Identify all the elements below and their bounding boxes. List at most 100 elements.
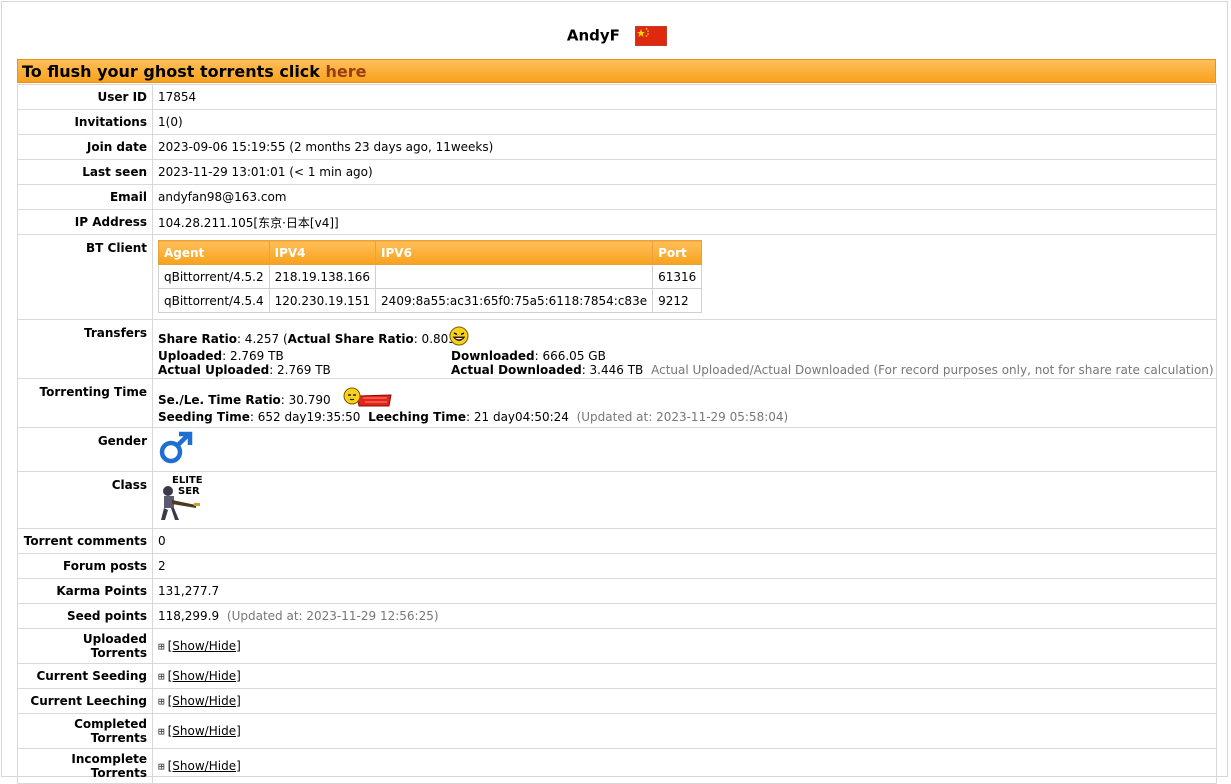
- show-hide-link[interactable]: [Show/Hide]: [168, 694, 241, 708]
- time-ratio-line: Se./Le. Time Ratio: 30.790: [158, 393, 331, 407]
- male-symbol-icon: [159, 431, 193, 464]
- profile-header: AndyF: [17, 22, 1217, 49]
- bt-client-table: Agent IPV4 IPV6 Port qBittorrent/4.5.2 2…: [158, 240, 703, 313]
- leeching-time-value: : 21 day04:50:24: [466, 410, 569, 424]
- value-user-id: 17854: [152, 84, 1217, 110]
- value-class: ELITE SER: [152, 471, 1217, 529]
- label-torrent-comments: Torrent comments: [17, 528, 153, 554]
- show-hide-link[interactable]: [Show/Hide]: [168, 669, 241, 683]
- bt-cell-ipv6: [375, 264, 654, 289]
- show-hide-link[interactable]: [Show/Hide]: [168, 639, 241, 653]
- transfers-grid: Share Ratio: 4.257 (Actual Share Ratio: …: [158, 326, 1214, 377]
- bt-cell-agent: qBittorrent/4.5.4: [158, 288, 270, 313]
- bt-cell-port: 61316: [652, 264, 703, 289]
- label-email: Email: [17, 184, 153, 210]
- user-info-table: User ID 17854 Invitations 1(0) Join date…: [17, 84, 1217, 784]
- actual-uploaded-value: : 2.769 TB: [269, 363, 331, 377]
- row-ip: IP Address 104.28.211.105[东京·日本[v4]]: [17, 209, 1217, 235]
- value-karma: 131,277.7: [152, 578, 1217, 604]
- bt-cell-ipv6: 2409:8a55:ac31:65f0:75a5:6118:7854:c83e: [375, 288, 654, 313]
- row-last-seen: Last seen 2023-11-29 13:01:01 (< 1 min a…: [17, 159, 1217, 185]
- row-torrent-comments: Torrent comments 0: [17, 528, 1217, 554]
- value-email: andyfan98@163.com: [152, 184, 1217, 210]
- value-ip: 104.28.211.105[东京·日本[v4]]: [152, 209, 1217, 235]
- label-torrenting-time: Torrenting Time: [17, 378, 153, 428]
- row-karma: Karma Points 131,277.7: [17, 578, 1217, 604]
- bt-header-ipv4: IPV4: [268, 240, 377, 265]
- label-incomplete-torrents: Incomplete Torrents: [17, 748, 153, 784]
- actual-uploaded-label: Actual Uploaded: [158, 363, 270, 377]
- expand-plus-icon[interactable]: ⊞: [158, 760, 165, 773]
- seeding-time-line: Seeding Time: 652 day19:35:50 Leeching T…: [158, 410, 788, 424]
- banner-here-link[interactable]: here: [326, 62, 367, 81]
- bt-header-agent: Agent: [158, 240, 270, 265]
- label-last-seen: Last seen: [17, 159, 153, 185]
- expand-plus-icon[interactable]: ⊞: [158, 640, 165, 653]
- bt-client-row: qBittorrent/4.5.4 120.230.19.151 2409:8a…: [158, 288, 703, 313]
- label-ip: IP Address: [17, 209, 153, 235]
- leeching-time-label: Leeching Time: [368, 410, 467, 424]
- label-bt-client: BT Client: [17, 234, 153, 320]
- banner-text: To flush your ghost torrents click: [22, 62, 326, 81]
- show-hide-link[interactable]: [Show/Hide]: [168, 759, 241, 773]
- label-join-date: Join date: [17, 134, 153, 160]
- row-user-id: User ID 17854: [17, 84, 1217, 110]
- row-seed-points: Seed points 118,299.9 (Updated at: 2023-…: [17, 603, 1217, 629]
- row-bt-client: BT Client Agent IPV4 IPV6 Port qBittorre…: [17, 234, 1217, 320]
- value-seed-points: 118,299.9 (Updated at: 2023-11-29 12:56:…: [152, 603, 1217, 629]
- torrenting-time-grid: Se./Le. Time Ratio: 30.790 Seeding Time:…: [158, 383, 1211, 424]
- row-class: Class ELITE SER: [17, 471, 1217, 529]
- transfers-note: Actual Uploaded/Actual Downloaded (For r…: [651, 363, 1214, 377]
- value-completed-torrents: ⊞ [Show/Hide]: [152, 713, 1217, 749]
- bt-header-ipv6: IPV6: [375, 240, 654, 265]
- value-uploaded-torrents: ⊞ [Show/Hide]: [152, 628, 1217, 664]
- expand-plus-icon[interactable]: ⊞: [158, 670, 165, 683]
- bt-cell-ipv4: 120.230.19.151: [268, 288, 377, 313]
- downloaded-line: Downloaded: 666.05 GB: [451, 349, 606, 363]
- row-transfers: Transfers Share Ratio: 4.257 (Actual Sha…: [17, 319, 1217, 379]
- downloaded-label: Downloaded: [451, 349, 535, 363]
- row-gender: Gender: [17, 427, 1217, 472]
- row-invitations: Invitations 1(0): [17, 109, 1217, 135]
- label-karma: Karma Points: [17, 578, 153, 604]
- show-hide-link[interactable]: [Show/Hide]: [168, 724, 241, 738]
- value-torrenting-time: Se./Le. Time Ratio: 30.790 Seeding Time:…: [152, 378, 1217, 428]
- soldier-icon: [161, 486, 200, 520]
- share-ratio-label: Share Ratio: [158, 332, 237, 346]
- row-email: Email andyfan98@163.com: [17, 184, 1217, 210]
- seeding-time-label: Seeding Time: [158, 410, 250, 424]
- seeding-time-value: : 652 day19:35:50: [249, 410, 361, 424]
- label-seed-points: Seed points: [17, 603, 153, 629]
- uploaded-line: Uploaded: 2.769 TB: [158, 349, 284, 363]
- downloaded-value: : 666.05 GB: [534, 349, 606, 363]
- expand-plus-icon[interactable]: ⊞: [158, 725, 165, 738]
- seed-points-note: (Updated at: 2023-11-29 12:56:25): [226, 609, 439, 623]
- value-incomplete-torrents: ⊞ [Show/Hide]: [152, 748, 1217, 784]
- row-uploaded-torrents: Uploaded Torrents ⊞ [Show/Hide]: [17, 628, 1217, 664]
- bt-cell-ipv4: 218.19.138.166: [268, 264, 377, 289]
- sleeping-emoticon-icon: [343, 387, 392, 407]
- bt-client-header: Agent IPV4 IPV6 Port: [158, 240, 703, 265]
- label-current-seeding: Current Seeding: [17, 663, 153, 689]
- label-class: Class: [17, 471, 153, 529]
- row-current-leeching: Current Leeching ⊞ [Show/Hide]: [17, 688, 1217, 714]
- share-ratio-line: Share Ratio: 4.257 (Actual Share Ratio: …: [158, 332, 461, 346]
- expand-plus-icon[interactable]: ⊞: [158, 695, 165, 708]
- value-join-date: 2023-09-06 15:19:55 (2 months 23 days ag…: [152, 134, 1217, 160]
- elite-user-badge: ELITE SER: [158, 475, 208, 525]
- value-torrent-comments: 0: [152, 528, 1217, 554]
- value-current-seeding: ⊞ [Show/Hide]: [152, 663, 1217, 689]
- actual-uploaded-line: Actual Uploaded: 2.769 TB: [158, 363, 331, 377]
- china-flag-icon: [635, 25, 668, 46]
- label-transfers: Transfers: [17, 319, 153, 379]
- value-gender: [152, 427, 1217, 472]
- laughing-face-icon: [449, 326, 469, 346]
- label-current-leeching: Current Leeching: [17, 688, 153, 714]
- row-current-seeding: Current Seeding ⊞ [Show/Hide]: [17, 663, 1217, 689]
- share-ratio-value: : 4.257: [236, 332, 280, 346]
- row-forum-posts: Forum posts 2: [17, 553, 1217, 579]
- actual-downloaded-label: Actual Downloaded: [451, 363, 582, 377]
- row-completed-torrents: Completed Torrents ⊞ [Show/Hide]: [17, 713, 1217, 749]
- time-ratio-value: : 30.790: [280, 393, 331, 407]
- row-torrenting-time: Torrenting Time Se./Le. Time Ratio: 30.7…: [17, 378, 1217, 428]
